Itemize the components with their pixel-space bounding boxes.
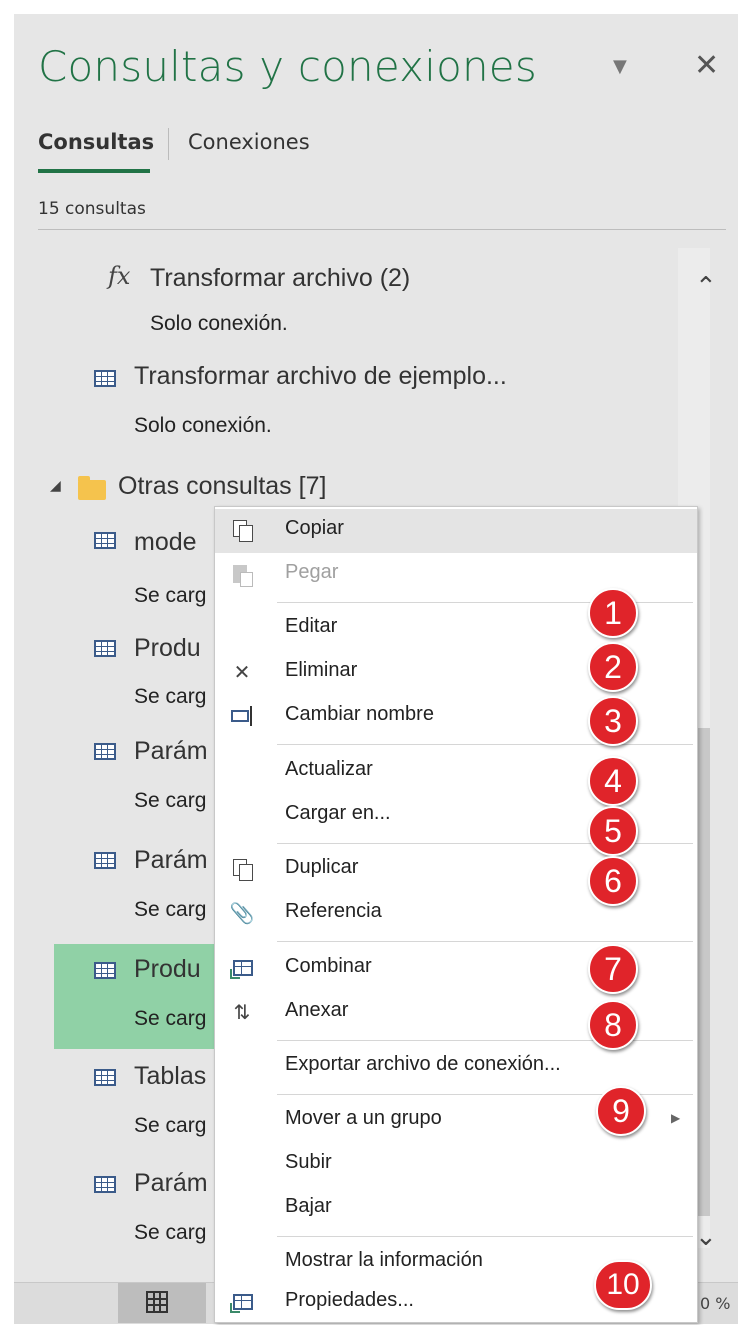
table-icon [94,532,116,549]
rename-icon [229,703,255,729]
table-icon [94,743,116,760]
query-status: Se carg [134,584,207,607]
query-status: Se carg [134,1221,207,1244]
delete-icon: ✕ [233,660,251,684]
query-name[interactable]: Parám [134,846,208,875]
menu-item-label: Pegar [285,561,339,583]
annotation-badge-7: 7 [588,944,638,994]
query-name[interactable]: Produ [134,634,201,663]
query-name[interactable]: Transformar archivo de ejemplo... [134,362,507,391]
query-name[interactable]: Parám [134,737,208,766]
menu-separator [277,1236,693,1237]
table-icon [94,962,116,979]
query-status: Solo conexión. [134,414,272,437]
scroll-down-icon[interactable]: ⌄ [695,1222,717,1252]
query-status: Solo conexión. [150,312,288,335]
append-icon: ⇅ [233,1000,251,1024]
menu-item-label: Editar [285,615,338,637]
menu-item-label: Propiedades... [285,1289,414,1311]
menu-separator [277,941,693,942]
copy-icon [229,517,255,543]
table-icon [94,640,116,657]
query-name[interactable]: Parám [134,1169,208,1198]
submenu-arrow-icon: ▶ [671,1111,681,1125]
menu-item-label: Cambiar nombre [285,703,434,725]
pane-title: Consultas y conexiones [38,42,537,91]
folder-icon [78,476,106,500]
annotation-badge-5: 5 [588,806,638,856]
zoom-level: 0 % [700,1294,731,1313]
function-icon: fx [108,262,131,290]
menu-item-label: Eliminar [285,659,358,681]
annotation-badge-4: 4 [588,756,638,806]
menu-separator [277,744,693,745]
menu-item-label: Mover a un grupo [285,1107,442,1129]
menu-item-label: Bajar [285,1195,332,1217]
menu-item-copiar[interactable]: Copiar [215,509,697,553]
active-tab-indicator [38,169,150,173]
header-divider [38,229,726,230]
duplicate-icon [229,856,255,882]
close-icon[interactable]: ✕ [694,48,719,83]
merge-icon [229,955,255,981]
table-icon [94,1069,116,1086]
table-icon [94,1176,116,1193]
table-icon [94,370,116,387]
tab-divider [168,128,169,160]
query-status: Se carg [134,789,207,812]
tab-conexiones[interactable]: Conexiones [188,130,310,154]
tab-consultas[interactable]: Consultas [38,130,154,154]
collapse-triangle-icon[interactable]: ◢ [50,478,61,494]
menu-item-bajar[interactable]: Bajar [215,1187,697,1231]
menu-item-label: Duplicar [285,856,359,878]
caret-down-icon[interactable]: ▼ [613,56,627,77]
properties-icon [229,1289,255,1315]
paperclip-icon: 📎 [229,901,255,925]
menu-item-label: Referencia [285,900,382,922]
annotation-badge-10: 10 [594,1260,652,1310]
menu-item-exportar[interactable]: Exportar archivo de conexión... [215,1045,697,1089]
annotation-badge-3: 3 [588,696,638,746]
query-status: Se carg [134,685,207,708]
query-name[interactable]: mode [134,528,197,557]
menu-item-label: Mostrar la información [285,1249,483,1271]
annotation-badge-1: 1 [588,588,638,638]
query-count: 15 consultas [38,199,146,219]
grid-view-icon [146,1291,168,1313]
annotation-badge-6: 6 [588,856,638,906]
paste-icon [229,561,255,587]
table-icon [94,852,116,869]
annotation-badge-2: 2 [588,642,638,692]
menu-item-label: Combinar [285,955,372,977]
query-status: Se carg [134,1007,207,1030]
menu-item-label: Actualizar [285,758,373,780]
scroll-up-icon[interactable]: ⌃ [695,272,717,302]
annotation-badge-8: 8 [588,1000,638,1050]
annotation-badge-9: 9 [596,1086,646,1136]
menu-item-label: Subir [285,1151,332,1173]
menu-item-subir[interactable]: Subir [215,1143,697,1187]
menu-item-label: Copiar [285,517,344,539]
menu-item-label: Anexar [285,999,349,1021]
query-status: Se carg [134,1114,207,1137]
query-name[interactable]: Tablas [134,1062,206,1091]
menu-item-label: Cargar en... [285,802,391,824]
query-name[interactable]: Transformar archivo (2) [150,264,410,293]
menu-item-label: Exportar archivo de conexión... [285,1053,561,1075]
query-name[interactable]: Produ [134,955,201,984]
group-name[interactable]: Otras consultas [7] [118,472,326,501]
query-status: Se carg [134,898,207,921]
